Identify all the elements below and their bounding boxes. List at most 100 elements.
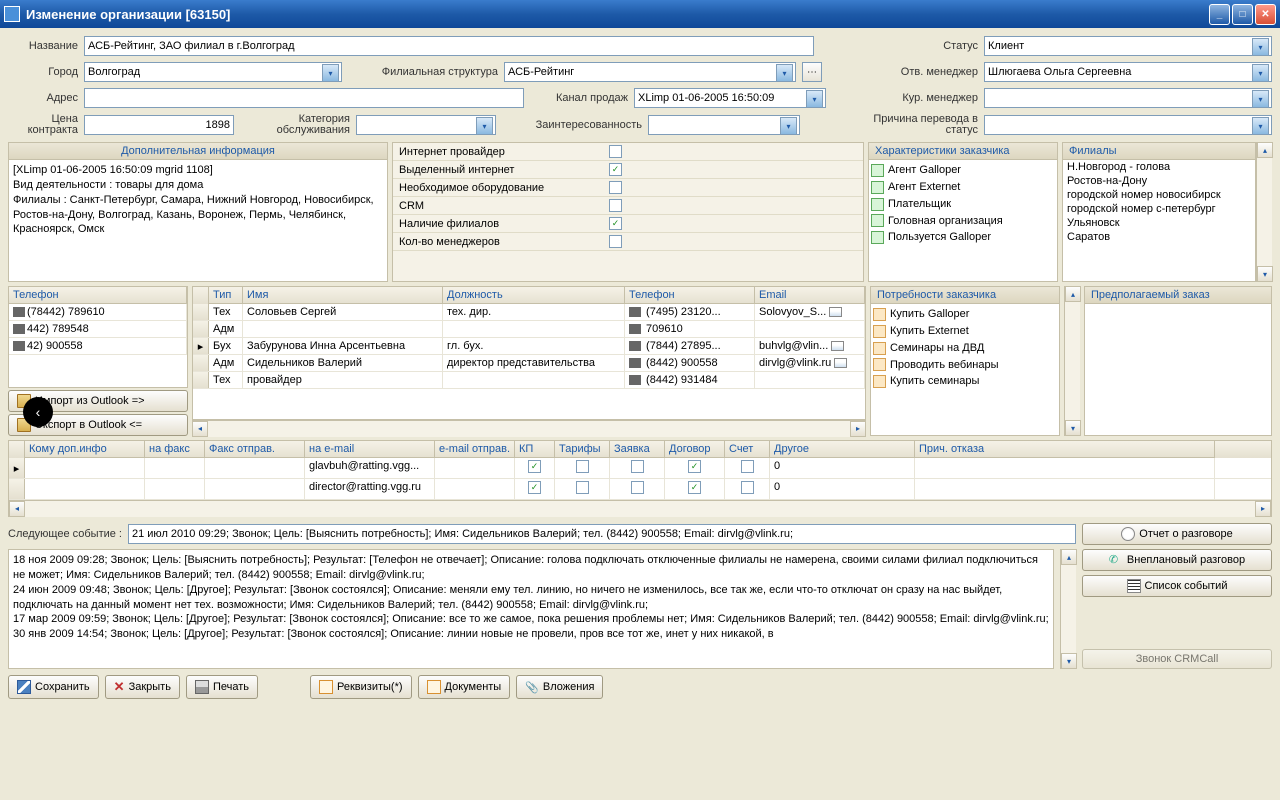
contact-row[interactable]: ▸БухЗабурунова Инна Арсентьевнагл. бух. … [193,338,865,355]
docgrid-col[interactable]: КП [515,441,555,458]
docgrid-col[interactable]: Кому доп.инфо [25,441,145,458]
checkbox[interactable] [741,460,754,473]
resp-mgr-combo[interactable]: Шлюгаева Ольга Сергеевна [984,62,1272,82]
char-item[interactable]: Плательщик [871,196,1055,213]
contacts-col-type[interactable]: Тип [209,287,243,304]
contacts-col-name[interactable]: Имя [243,287,443,304]
branch-struct-lookup[interactable]: ⋯ [802,62,822,82]
phone-row[interactable]: 442) 789548 [9,321,187,338]
contacts-col-email[interactable]: Email [755,287,865,304]
prop-checkbox[interactable] [609,145,622,158]
prop-checkbox[interactable] [609,199,622,212]
docgrid-col[interactable]: Другое [770,441,915,458]
char-label: Плательщик [888,197,951,212]
history-text[interactable]: 18 ноя 2009 09:28; Звонок; Цель: [Выясни… [8,549,1054,669]
close-form-button[interactable]: ✕Закрыть [105,675,180,699]
checkbox[interactable] [528,460,541,473]
branch-item[interactable]: Н.Новгород - голова [1063,160,1255,174]
phone-row[interactable]: (78442) 789610 [9,304,187,321]
nav-back-circle[interactable]: ‹ [23,397,53,427]
checkbox[interactable] [631,460,644,473]
address-input[interactable] [84,88,524,108]
row-indicator [193,355,209,371]
prop-checkbox[interactable] [609,217,622,230]
docgrid-col[interactable]: Тарифы [555,441,610,458]
need-item[interactable]: Купить Externet [873,323,1057,340]
contacts-col-pos[interactable]: Должность [443,287,625,304]
nextevent-input[interactable] [128,524,1076,544]
docgrid-row[interactable]: director@ratting.vgg.ru0 [9,479,1271,500]
prop-checkbox[interactable] [609,235,622,248]
branch-item[interactable]: Ростов-на-Дону [1063,174,1255,188]
branch-struct-combo[interactable]: АСБ-Рейтинг [504,62,796,82]
contacts-scrollbar[interactable]: ◂▸ [192,420,866,436]
label-status: Статус [888,40,978,52]
checkbox[interactable] [688,481,701,494]
phone-col-head[interactable]: Телефон [9,287,187,304]
print-button[interactable]: Печать [186,675,258,699]
report-button[interactable]: Отчет о разговоре [1082,523,1272,545]
contact-row[interactable]: Техпровайдер (8442) 931484 [193,372,865,389]
contact-row[interactable]: АдмСидельников Валерийдиректор представи… [193,355,865,372]
docgrid-col[interactable]: Заявка [610,441,665,458]
docgrid-col[interactable]: Договор [665,441,725,458]
check-icon [871,214,884,227]
docgrid-col[interactable]: на e-mail [305,441,435,458]
docgrid-col[interactable]: Факс отправ. [205,441,305,458]
minimize-button[interactable]: _ [1209,4,1230,25]
name-input[interactable] [84,36,814,56]
history-scrollbar[interactable]: ▴▾ [1060,549,1076,669]
contract-price-input[interactable] [84,115,234,135]
status-combo[interactable]: Клиент [984,36,1272,56]
branch-item[interactable]: Ульяновск [1063,216,1255,230]
checkbox[interactable] [688,460,701,473]
event-list-button[interactable]: Список событий [1082,575,1272,597]
docgrid-col[interactable]: на факс [145,441,205,458]
city-combo[interactable]: Волгоград [84,62,342,82]
checkbox[interactable] [576,460,589,473]
branches-scrollbar[interactable]: ▴ ▾ [1256,142,1272,282]
branch-item[interactable]: Саратов [1063,230,1255,244]
checkbox[interactable] [741,481,754,494]
docgrid-row[interactable]: ▸glavbuh@ratting.vgg...0 [9,458,1271,479]
service-cat-combo[interactable] [356,115,496,135]
char-item[interactable]: Агент Galloper [871,162,1055,179]
need-item[interactable]: Купить Galloper [873,306,1057,323]
char-item[interactable]: Агент Externet [871,179,1055,196]
branch-item[interactable]: городской номер новосибирск [1063,188,1255,202]
prop-checkbox[interactable] [609,163,622,176]
char-item[interactable]: Головная организация [871,213,1055,230]
prop-checkbox[interactable] [609,181,622,194]
need-item[interactable]: Семинары на ДВД [873,340,1057,357]
contact-row[interactable]: ТехСоловьев Сергейтех. дир. (7495) 23120… [193,304,865,321]
label-contract-price: Цена контракта [8,114,78,136]
need-item[interactable]: Купить семинары [873,373,1057,390]
requisites-button[interactable]: Реквизиты(*) [310,675,412,699]
addinfo-body[interactable]: [XLimp 01-06-2005 16:50:09 mgrid 1108] В… [9,160,387,281]
checkbox[interactable] [631,481,644,494]
cur-mgr-combo[interactable] [984,88,1272,108]
docgrid-col[interactable]: e-mail отправ. [435,441,515,458]
save-button[interactable]: Сохранить [8,675,99,699]
need-item[interactable]: Проводить вебинары [873,357,1057,374]
documents-button[interactable]: Документы [418,675,511,699]
char-item[interactable]: Пользуется Galloper [871,229,1055,246]
branch-item[interactable]: городской номер с-петербург [1063,202,1255,216]
reason-status-combo[interactable] [984,115,1272,135]
docgrid-col[interactable]: Прич. отказа [915,441,1215,458]
phone-row[interactable]: 42) 900558 [9,338,187,355]
checkbox[interactable] [528,481,541,494]
docgrid-scrollbar[interactable]: ◂▸ [9,500,1271,516]
interest-combo[interactable] [648,115,800,135]
contacts-col-tel[interactable]: Телефон [625,287,755,304]
checkbox[interactable] [576,481,589,494]
docgrid-col[interactable]: Счет [725,441,770,458]
contact-row[interactable]: Адм 709610 [193,321,865,338]
attachments-button[interactable]: 📎Вложения [516,675,603,699]
unplanned-call-button[interactable]: ✆Внеплановый разговор [1082,549,1272,571]
needs-scrollbar[interactable]: ▴▾ [1064,286,1080,436]
need-label: Проводить вебинары [890,358,999,373]
close-button[interactable]: ✕ [1255,4,1276,25]
maximize-button[interactable]: □ [1232,4,1253,25]
sales-channel-combo[interactable]: XLimp 01-06-2005 16:50:09 [634,88,826,108]
